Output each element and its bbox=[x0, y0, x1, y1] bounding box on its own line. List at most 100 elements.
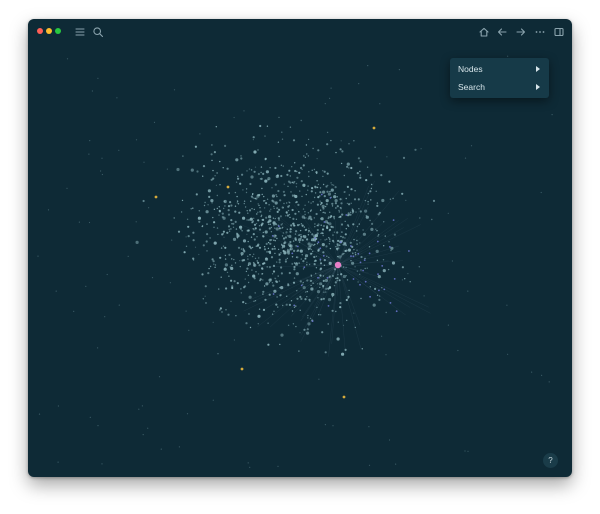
graph-node[interactable] bbox=[287, 235, 289, 237]
graph-node[interactable] bbox=[190, 208, 192, 210]
graph-node[interactable] bbox=[268, 215, 272, 219]
graph-node[interactable] bbox=[271, 273, 274, 275]
graph-node[interactable] bbox=[290, 191, 292, 193]
graph-node[interactable] bbox=[245, 191, 248, 194]
graph-node[interactable] bbox=[331, 205, 334, 207]
graph-node[interactable] bbox=[101, 173, 103, 176]
graph-node[interactable] bbox=[262, 293, 264, 295]
graph-node[interactable] bbox=[218, 209, 221, 212]
graph-node[interactable] bbox=[294, 194, 298, 199]
graph-node[interactable] bbox=[343, 174, 345, 177]
graph-node[interactable] bbox=[274, 227, 276, 229]
graph-node[interactable] bbox=[319, 195, 321, 197]
graph-node[interactable] bbox=[268, 266, 271, 269]
graph-node[interactable] bbox=[322, 170, 324, 172]
graph-node[interactable] bbox=[337, 247, 340, 250]
graph-node[interactable] bbox=[350, 260, 352, 262]
graph-node[interactable] bbox=[323, 264, 326, 266]
graph-node-linked[interactable] bbox=[314, 237, 317, 240]
graph-node[interactable] bbox=[358, 208, 360, 210]
graph-node[interactable] bbox=[322, 183, 325, 186]
graph-node[interactable] bbox=[257, 243, 260, 246]
graph-node[interactable] bbox=[369, 190, 372, 193]
graph-node[interactable] bbox=[369, 219, 371, 222]
graph-node[interactable] bbox=[322, 297, 325, 300]
graph-node[interactable] bbox=[265, 170, 269, 174]
graph-node[interactable] bbox=[236, 202, 238, 204]
graph-node[interactable] bbox=[230, 228, 232, 230]
graph-node[interactable] bbox=[345, 244, 347, 247]
graph-node[interactable] bbox=[370, 199, 372, 201]
graph-node[interactable] bbox=[259, 124, 262, 128]
graph-node[interactable] bbox=[292, 139, 296, 142]
graph-node[interactable] bbox=[331, 295, 334, 298]
graph-node[interactable] bbox=[281, 206, 284, 209]
graph-node[interactable] bbox=[255, 271, 257, 273]
graph-node[interactable] bbox=[116, 97, 118, 99]
graph-node[interactable] bbox=[298, 241, 301, 243]
graph-node[interactable] bbox=[386, 156, 388, 158]
graph-node[interactable] bbox=[291, 166, 293, 168]
graph-node[interactable] bbox=[283, 202, 285, 205]
graph-node[interactable] bbox=[176, 167, 180, 172]
graph-node[interactable] bbox=[308, 171, 310, 173]
graph-node[interactable] bbox=[232, 237, 237, 241]
graph-node[interactable] bbox=[285, 258, 287, 261]
graph-node[interactable] bbox=[246, 210, 248, 212]
graph-node[interactable] bbox=[289, 216, 291, 219]
graph-node[interactable] bbox=[293, 181, 296, 183]
graph-node[interactable] bbox=[382, 259, 385, 261]
graph-node[interactable] bbox=[337, 239, 340, 242]
graph-node[interactable] bbox=[325, 203, 328, 206]
graph-node[interactable] bbox=[298, 262, 300, 264]
graph-node[interactable] bbox=[239, 225, 243, 229]
graph-node[interactable] bbox=[230, 300, 232, 303]
graph-node[interactable] bbox=[332, 184, 335, 186]
graph-node[interactable] bbox=[306, 328, 309, 331]
graph-node[interactable] bbox=[326, 172, 329, 175]
graph-node[interactable] bbox=[317, 183, 320, 186]
graph-node[interactable] bbox=[326, 190, 329, 193]
graph-node[interactable] bbox=[292, 223, 294, 225]
graph-node[interactable] bbox=[340, 273, 343, 276]
graph-node[interactable] bbox=[245, 322, 248, 325]
graph-node[interactable] bbox=[253, 217, 255, 219]
graph-node[interactable] bbox=[292, 323, 295, 325]
graph-node[interactable] bbox=[279, 199, 282, 202]
graph-node[interactable] bbox=[267, 241, 270, 244]
graph-node[interactable] bbox=[326, 226, 329, 230]
graph-node[interactable] bbox=[346, 279, 349, 281]
graph-node[interactable] bbox=[254, 166, 257, 168]
graph-node-linked[interactable] bbox=[389, 302, 392, 304]
graph-node[interactable] bbox=[253, 150, 257, 154]
graph-node[interactable] bbox=[224, 267, 226, 269]
graph-node[interactable] bbox=[339, 302, 342, 305]
graph-node[interactable] bbox=[380, 174, 383, 177]
graph-node[interactable] bbox=[344, 233, 347, 236]
graph-node[interactable] bbox=[307, 185, 309, 187]
graph-node[interactable] bbox=[507, 55, 509, 57]
graph-node[interactable] bbox=[341, 213, 344, 216]
graph-node[interactable] bbox=[328, 261, 332, 265]
graph-node[interactable] bbox=[291, 181, 294, 183]
graph-node[interactable] bbox=[221, 311, 223, 313]
graph-node[interactable] bbox=[205, 302, 207, 304]
graph-node[interactable] bbox=[229, 201, 232, 204]
graph-node[interactable] bbox=[307, 201, 310, 203]
graph-node[interactable] bbox=[207, 272, 210, 275]
graph-node[interactable] bbox=[85, 285, 87, 287]
graph-node[interactable] bbox=[254, 227, 257, 230]
graph-node[interactable] bbox=[308, 247, 311, 250]
graph-node[interactable] bbox=[66, 58, 69, 60]
graph-node[interactable] bbox=[257, 261, 260, 264]
graph-node[interactable] bbox=[273, 234, 277, 238]
graph-node[interactable] bbox=[272, 270, 276, 273]
graph-node[interactable] bbox=[329, 240, 331, 242]
graph-node-linked[interactable] bbox=[272, 293, 275, 295]
graph-node[interactable] bbox=[180, 211, 183, 213]
graph-node[interactable] bbox=[207, 189, 211, 193]
graph-node[interactable] bbox=[322, 287, 324, 289]
graph-node[interactable] bbox=[231, 286, 234, 290]
graph-node[interactable] bbox=[340, 162, 343, 165]
graph-node[interactable] bbox=[286, 228, 288, 230]
